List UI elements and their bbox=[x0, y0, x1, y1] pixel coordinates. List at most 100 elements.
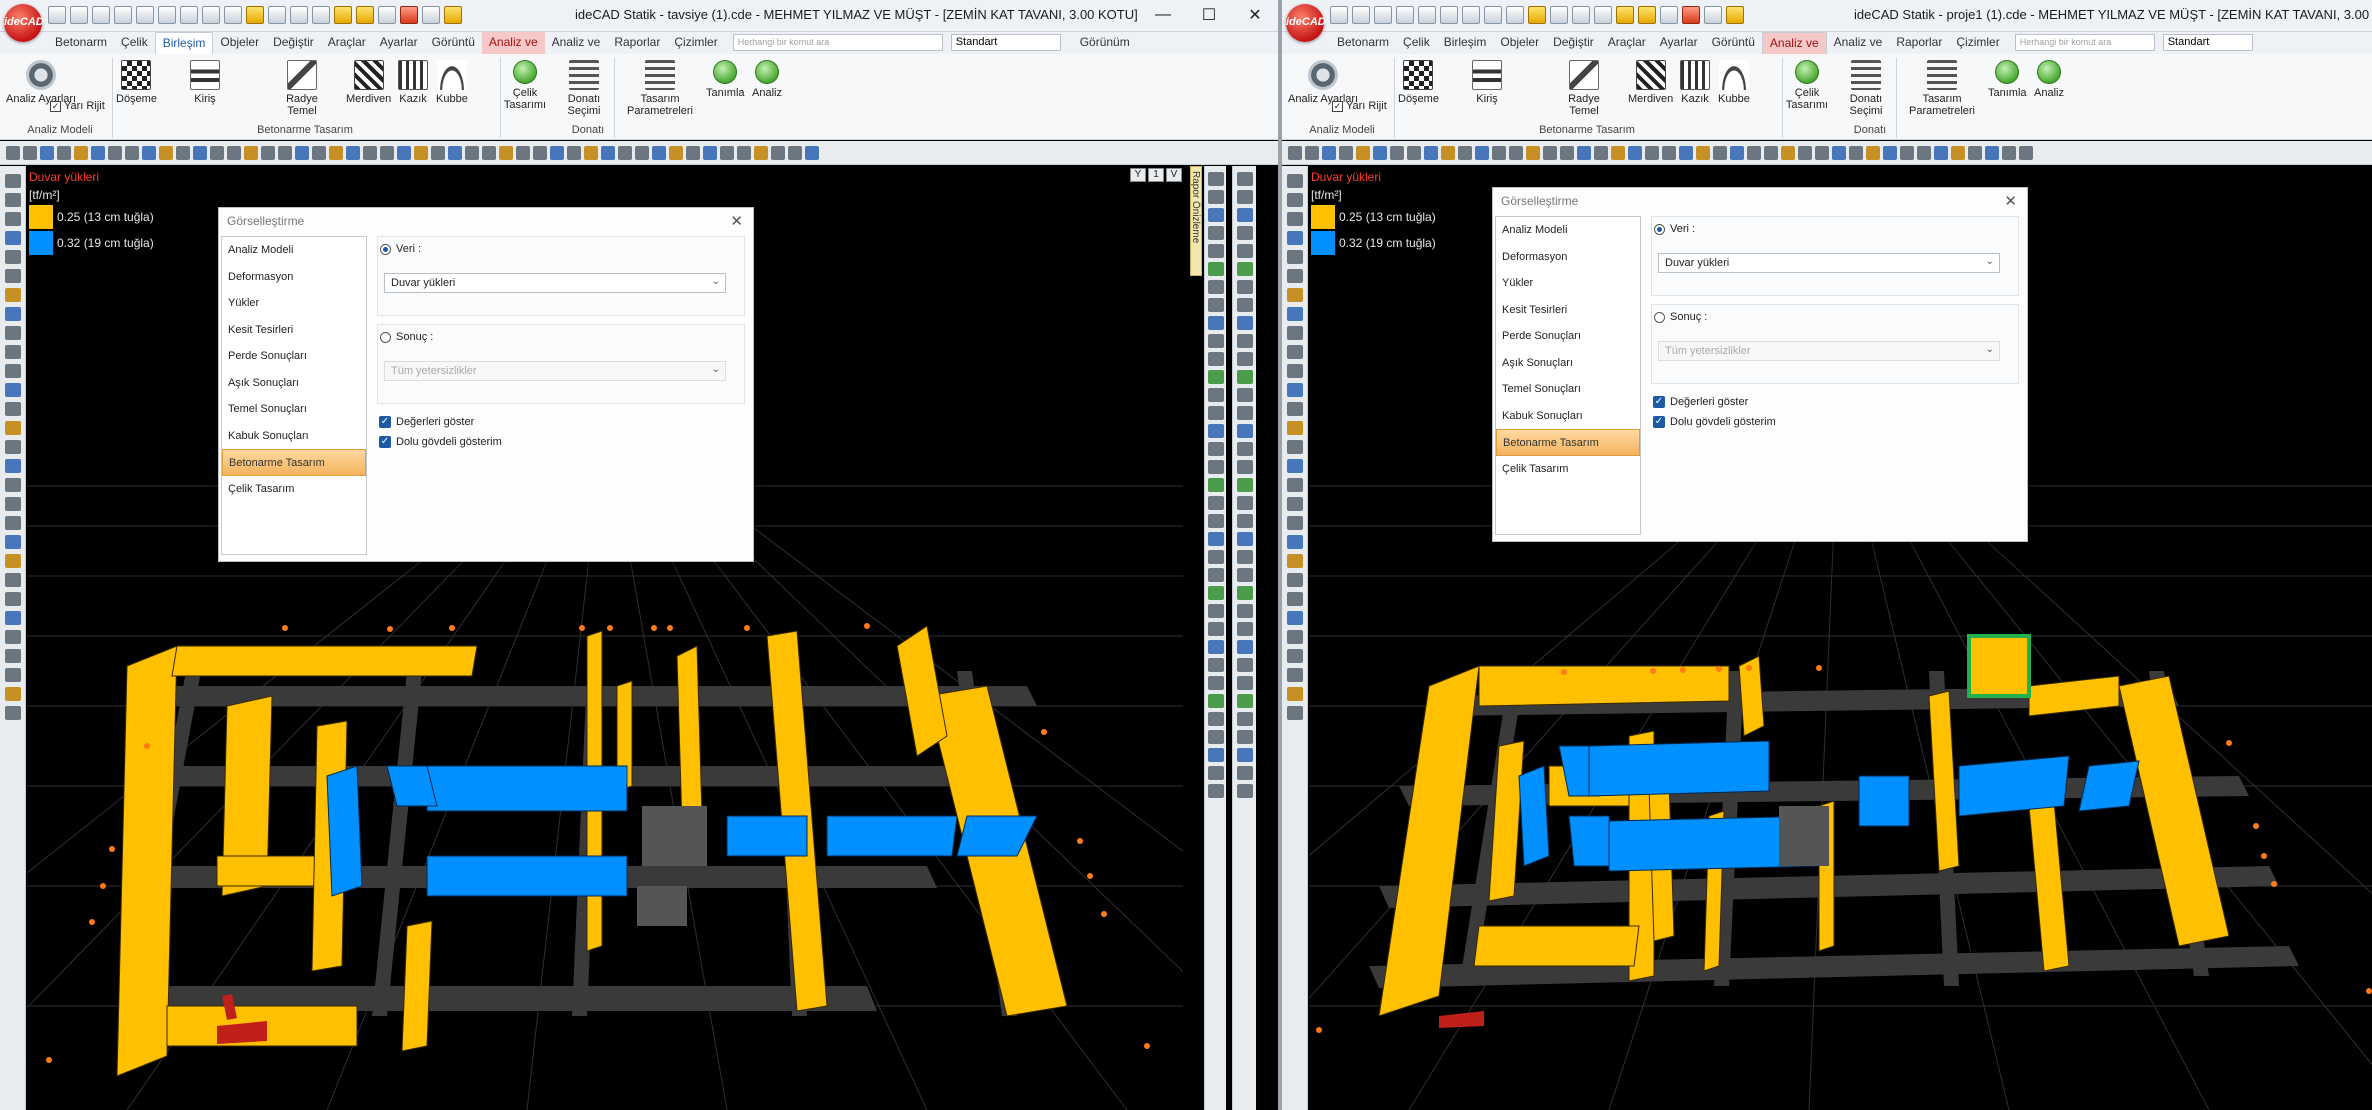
offset-icon[interactable] bbox=[210, 145, 224, 160]
tab-ayarlar[interactable]: Ayarlar bbox=[1653, 32, 1705, 54]
tab-betonarme[interactable]: Betonarm bbox=[1330, 32, 1396, 54]
tool-icon[interactable] bbox=[1286, 687, 1303, 701]
tool-icon[interactable] bbox=[1286, 649, 1303, 663]
print-icon[interactable] bbox=[1418, 6, 1436, 24]
new-file-icon[interactable] bbox=[1352, 6, 1370, 24]
pan-icon[interactable] bbox=[40, 145, 54, 160]
view3d-icon[interactable] bbox=[737, 145, 751, 160]
layers-icon[interactable] bbox=[246, 6, 264, 24]
rect-icon[interactable] bbox=[448, 145, 462, 160]
tool-icon[interactable] bbox=[4, 516, 21, 530]
dimension-icon[interactable] bbox=[312, 6, 330, 24]
tool-icon[interactable] bbox=[1236, 496, 1253, 510]
tab-araclar[interactable]: Araçlar bbox=[1601, 32, 1653, 54]
dome-button[interactable]: Kubbe bbox=[436, 60, 468, 105]
tool-icon[interactable] bbox=[1286, 193, 1303, 207]
axis-icon[interactable] bbox=[290, 6, 308, 24]
semi-rigid-checkbox[interactable]: ✓ Yarı Rijit bbox=[1332, 100, 1387, 112]
layer-icon[interactable] bbox=[550, 145, 564, 160]
list-item[interactable]: Kabuk Sonuçları bbox=[1496, 403, 1640, 430]
tool-icon[interactable] bbox=[4, 573, 21, 587]
snap-icon[interactable] bbox=[334, 6, 352, 24]
minimize-icon[interactable]: — bbox=[1140, 0, 1186, 30]
tool-icon[interactable] bbox=[1286, 459, 1303, 473]
render-icon[interactable] bbox=[1985, 145, 1999, 160]
match-icon[interactable] bbox=[618, 145, 632, 160]
copy-icon[interactable] bbox=[142, 145, 156, 160]
fire-icon[interactable] bbox=[1682, 6, 1700, 24]
list-item[interactable]: Temel Sonuçları bbox=[1496, 376, 1640, 403]
window-icon[interactable] bbox=[1484, 6, 1502, 24]
move-icon[interactable] bbox=[1407, 145, 1421, 160]
measure-icon[interactable] bbox=[378, 6, 396, 24]
binoculars-icon[interactable] bbox=[4, 706, 21, 720]
tool-icon[interactable] bbox=[1236, 784, 1253, 798]
semi-rigid-checkbox[interactable]: ✓ Yarı Rijit bbox=[50, 100, 105, 112]
extend-icon[interactable] bbox=[193, 145, 207, 160]
layer-icon[interactable] bbox=[1832, 145, 1846, 160]
zoom-icon[interactable] bbox=[1506, 6, 1524, 24]
break-icon[interactable] bbox=[1577, 145, 1591, 160]
open-file-icon[interactable] bbox=[92, 6, 110, 24]
list-item[interactable]: Deformasyon bbox=[1496, 244, 1640, 271]
tool-icon[interactable] bbox=[4, 326, 21, 340]
data-select[interactable]: Duvar yükleri ⌄ bbox=[1658, 253, 2000, 273]
data-radio[interactable]: Veri : bbox=[380, 243, 421, 255]
list-item[interactable]: Yükler bbox=[222, 290, 366, 317]
table-icon[interactable] bbox=[1645, 145, 1659, 160]
settings-icon[interactable] bbox=[805, 145, 819, 160]
tab-analiz-sonuc[interactable]: Analiz ve bbox=[545, 32, 608, 54]
tool-icon[interactable] bbox=[4, 440, 21, 454]
tool-icon[interactable] bbox=[1236, 370, 1253, 384]
tool-icon[interactable] bbox=[1207, 262, 1224, 276]
list-item[interactable]: Perde Sonuçları bbox=[222, 343, 366, 370]
tab-birlesim[interactable]: Birleşim bbox=[1437, 32, 1494, 54]
tool-icon[interactable] bbox=[4, 231, 21, 245]
measure-icon[interactable] bbox=[635, 145, 649, 160]
tool-icon[interactable] bbox=[1286, 611, 1303, 625]
window-icon[interactable] bbox=[202, 6, 220, 24]
view-menu[interactable]: Görünüm bbox=[1073, 32, 1137, 54]
tool-icon[interactable] bbox=[1236, 244, 1253, 258]
design-params-button[interactable]: Tasarım Parametreleri bbox=[618, 60, 702, 117]
tab-degistir[interactable]: Değiştir bbox=[1546, 32, 1601, 54]
tool-icon[interactable] bbox=[1236, 730, 1253, 744]
tab-birlesim[interactable]: Birleşim bbox=[154, 32, 214, 54]
tool-icon[interactable] bbox=[1286, 668, 1303, 682]
point-icon[interactable] bbox=[1781, 145, 1795, 160]
report-preview-tab[interactable]: Rapor Önizleme bbox=[1190, 166, 1202, 276]
rotate-icon[interactable] bbox=[1339, 145, 1353, 160]
tab-cizimler[interactable]: Çizimler bbox=[667, 32, 724, 54]
tool-icon[interactable] bbox=[4, 478, 21, 492]
tool-icon[interactable] bbox=[1286, 554, 1303, 568]
tool-icon[interactable] bbox=[1207, 424, 1224, 438]
hatch-icon[interactable] bbox=[1611, 145, 1625, 160]
tool-icon[interactable] bbox=[1207, 496, 1224, 510]
tool-icon[interactable] bbox=[1207, 748, 1224, 762]
stair-button[interactable]: Merdiven bbox=[1628, 60, 1673, 105]
measure-icon[interactable] bbox=[1660, 6, 1678, 24]
layers-icon[interactable] bbox=[1528, 6, 1546, 24]
tool-icon[interactable] bbox=[1286, 174, 1303, 188]
one-icon[interactable]: 1 bbox=[1148, 168, 1164, 182]
join-icon[interactable] bbox=[312, 145, 326, 160]
color-icon[interactable] bbox=[1849, 145, 1863, 160]
tool-icon[interactable] bbox=[4, 193, 21, 207]
circle-icon[interactable] bbox=[431, 145, 445, 160]
extend-icon[interactable] bbox=[1475, 145, 1489, 160]
result-select[interactable]: Tüm yetersizlikler ⌄ bbox=[384, 361, 726, 381]
tab-analiz-tasarim[interactable]: Analiz ve bbox=[1761, 32, 1827, 54]
solid-view-checkbox[interactable]: ✓ Dolu gövdeli gösterim bbox=[379, 436, 502, 448]
tool-icon[interactable] bbox=[1236, 640, 1253, 654]
select-icon[interactable] bbox=[74, 145, 88, 160]
list-item[interactable]: Yükler bbox=[1496, 270, 1640, 297]
undo-icon[interactable] bbox=[158, 6, 176, 24]
tool-icon[interactable] bbox=[1207, 406, 1224, 420]
idecad-logo[interactable]: ideCAD bbox=[1286, 4, 1326, 42]
point-icon[interactable] bbox=[499, 145, 513, 160]
tool-icon[interactable] bbox=[1207, 676, 1224, 690]
tool-icon[interactable] bbox=[1236, 208, 1253, 222]
text-style-icon[interactable] bbox=[1679, 145, 1693, 160]
zoom-in-icon[interactable] bbox=[1288, 145, 1302, 160]
list-item-selected[interactable]: Betonarme Tasarım bbox=[222, 449, 366, 476]
